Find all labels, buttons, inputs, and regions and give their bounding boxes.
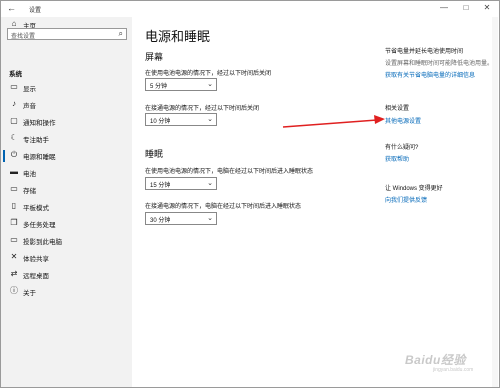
baidu-watermark: Baidu经验: [405, 353, 466, 367]
baidu-watermark-url: jingyan.baidu.com: [433, 367, 474, 373]
annotation-arrow-icon: [282, 115, 385, 128]
settings-window: ← 设置 — □ ✕ ⌂ 主页 查找设置 ⌕ 系统 ▭ 显示 ♪ 声音 ▢ 通知和操作 ☾ 专…: [0, 0, 500, 388]
